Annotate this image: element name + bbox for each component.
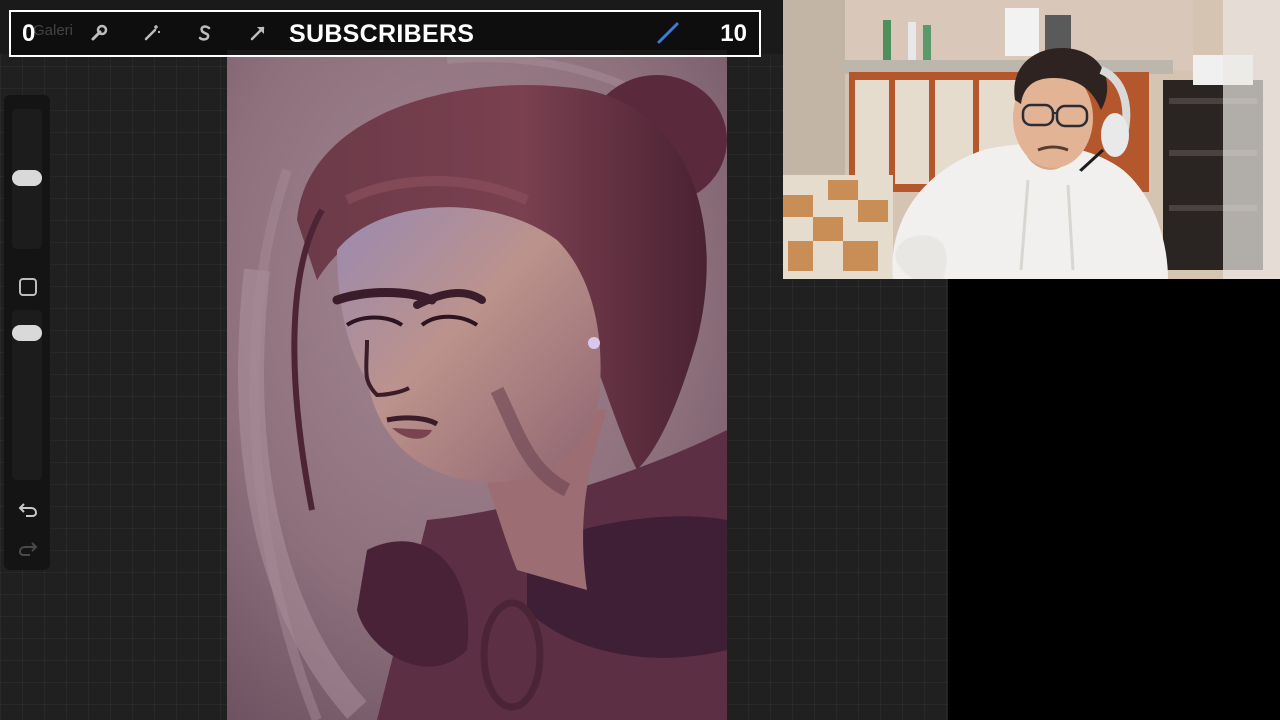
subscriber-start-count: 0: [22, 20, 36, 47]
webcam-image: [783, 0, 1280, 279]
magic-wand-icon[interactable]: [140, 21, 164, 45]
opacity-thumb[interactable]: [12, 325, 42, 341]
webcam-feed: [783, 0, 1280, 279]
brush-size-thumb[interactable]: [12, 170, 42, 186]
redo-icon: [18, 542, 38, 556]
brush-icon[interactable]: [656, 21, 680, 45]
undo-button[interactable]: [16, 498, 40, 522]
subscribers-title: SUBSCRIBERS: [289, 20, 475, 48]
selection-icon[interactable]: [193, 21, 217, 45]
redo-button[interactable]: [16, 537, 40, 561]
portrait-artwork: [227, 50, 727, 720]
modify-button[interactable]: [19, 278, 37, 296]
gallery-button[interactable]: Galeri: [33, 22, 73, 40]
subscriber-goal-count: 10: [720, 20, 747, 47]
subscriber-counter-bar: Galeri 0 SUBSCRIBERS 10: [9, 10, 761, 57]
undo-icon: [18, 503, 38, 517]
drawing-canvas[interactable]: [227, 50, 727, 720]
wrench-icon[interactable]: [87, 21, 111, 45]
transform-arrow-icon[interactable]: [246, 21, 270, 45]
procreate-sidebar: [4, 95, 50, 570]
